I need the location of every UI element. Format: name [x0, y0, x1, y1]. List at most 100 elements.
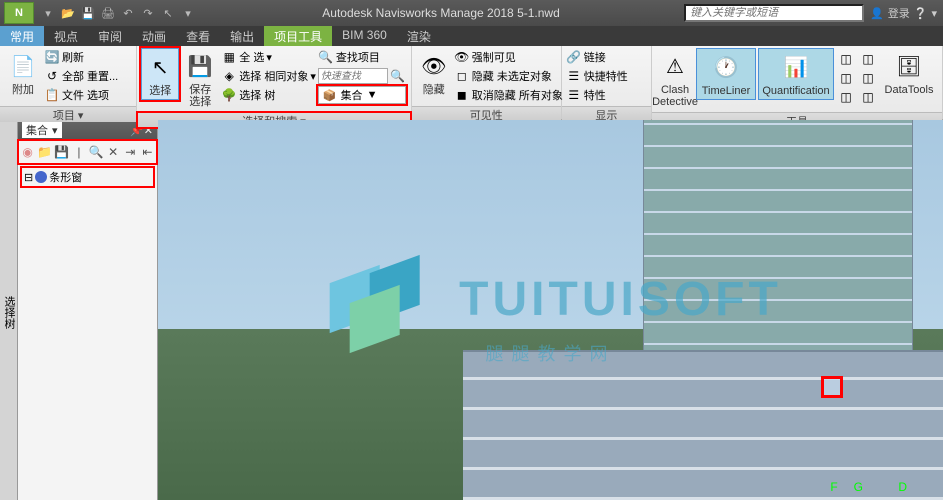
- title-bar: N ▾ 📂 💾 🖨 ↶ ↷ ↖ ▾ Autodesk Navisworks Ma…: [0, 0, 943, 26]
- minimize-icon[interactable]: ▾: [931, 7, 937, 20]
- select-same-icon: ◈: [221, 68, 237, 84]
- quick-props-button[interactable]: ☰快捷特性: [566, 67, 628, 85]
- reset-all-button[interactable]: ↺全部 重置...: [44, 67, 118, 85]
- clash-icon: ⚠: [659, 50, 691, 82]
- redo-icon[interactable]: ↷: [138, 3, 158, 23]
- refresh-button[interactable]: 🔄刷新: [44, 48, 118, 66]
- tab-project-tools[interactable]: 项目工具: [264, 26, 332, 46]
- datatools-icon: 🗄: [893, 50, 925, 82]
- tab-view[interactable]: 查看: [176, 26, 220, 46]
- print-icon[interactable]: 🖨: [98, 3, 118, 23]
- tool-d[interactable]: ◫: [860, 50, 876, 68]
- grid-labels: FG D: [830, 480, 923, 494]
- reset-icon: ↺: [44, 68, 60, 84]
- select-same-button[interactable]: ◈选择 相同对象▾: [221, 67, 316, 85]
- selection-tree-button[interactable]: 🌳选择 树: [221, 86, 316, 104]
- 3d-viewport[interactable]: FG D TUITUISOFT 腿腿教学网: [158, 120, 943, 500]
- select-button[interactable]: ↖ 选择: [141, 48, 179, 100]
- visible-icon: 👁: [454, 49, 470, 65]
- force-visible-button[interactable]: 👁强制可见: [454, 48, 563, 66]
- menubar: 常用 视点 审阅 动画 查看 输出 项目工具 BIM 360 渲染: [0, 26, 943, 46]
- folder-icon[interactable]: 📁: [37, 143, 52, 161]
- select-cursor-icon[interactable]: ↖: [158, 3, 178, 23]
- tree-item-strip-window[interactable]: ⊟ 条形窗: [22, 168, 153, 186]
- save-selection-icon: 💾: [184, 50, 216, 82]
- tab-review[interactable]: 审阅: [88, 26, 132, 46]
- select-all-icon: ▦: [221, 49, 237, 65]
- link-icon: 🔗: [566, 49, 582, 65]
- tab-output[interactable]: 输出: [220, 26, 264, 46]
- app-icon[interactable]: N: [4, 2, 34, 24]
- unhide-all-button[interactable]: ◼取消隐藏 所有对象: [454, 86, 563, 104]
- tool-a-icon: ◫: [838, 51, 854, 67]
- file-options-button[interactable]: 📋文件 选项: [44, 86, 118, 104]
- tab-viewpoint[interactable]: 视点: [44, 26, 88, 46]
- panel-select-search: ↖ 选择 💾 保存 选择 ▦全 选▾ ◈选择 相同对象▾ 🌳选择 树 🔍查找项目…: [137, 46, 412, 119]
- timeliner-button[interactable]: 🕐 TimeLiner: [696, 48, 756, 100]
- expand-icon[interactable]: ⊟: [24, 171, 33, 184]
- quick-props-icon: ☰: [566, 68, 582, 84]
- add-set-icon[interactable]: ◉: [20, 143, 35, 161]
- panel-visibility: 👁 隐藏 👁强制可见 ◻隐藏 未选定对象 ◼取消隐藏 所有对象 可见性: [412, 46, 562, 119]
- tool-d-icon: ◫: [860, 51, 876, 67]
- window-title: Autodesk Navisworks Manage 2018 5-1.nwd: [198, 6, 684, 20]
- import-icon[interactable]: ⇥: [123, 143, 138, 161]
- export-icon[interactable]: ⇤: [140, 143, 155, 161]
- hide-icon: 👁: [418, 50, 450, 82]
- append-button[interactable]: 📄 附加: [4, 48, 42, 98]
- tool-c[interactable]: ◫: [838, 88, 854, 106]
- links-button[interactable]: 🔗链接: [566, 48, 628, 66]
- tool-f[interactable]: ◫: [860, 88, 876, 106]
- hide-button[interactable]: 👁 隐藏: [416, 48, 452, 98]
- search-go-icon[interactable]: 🔍: [390, 68, 406, 84]
- find-items-button[interactable]: 🔍查找项目: [318, 48, 406, 66]
- selection-tree-tab[interactable]: 选择树: [0, 120, 18, 500]
- datatools-button[interactable]: 🗄 DataTools: [880, 48, 938, 98]
- panel-project-label[interactable]: 项目 ▾: [0, 106, 136, 122]
- sets-panel-header[interactable]: 集合▾ 📌 ✕: [18, 120, 157, 140]
- search-icon: 🔍: [318, 49, 334, 65]
- help-icon[interactable]: ❔: [914, 7, 928, 20]
- quick-search-input[interactable]: [318, 68, 388, 84]
- properties-button[interactable]: ☰特性: [566, 86, 628, 104]
- tab-home[interactable]: 常用: [0, 26, 44, 46]
- sets-header-dropdown[interactable]: 集合▾: [22, 122, 62, 138]
- tree-icon: 🌳: [221, 87, 237, 103]
- user-area[interactable]: 👤 登录 ❔ ▾: [864, 5, 943, 21]
- delete-icon[interactable]: ✕: [106, 143, 121, 161]
- quant-icon: 📊: [780, 51, 812, 83]
- tool-c-icon: ◫: [838, 89, 854, 105]
- selection-set-icon: [35, 171, 47, 183]
- panel-project: 📄 附加 🔄刷新 ↺全部 重置... 📋文件 选项 项目 ▾: [0, 46, 137, 119]
- sets-toolbar: ◉ 📁 💾 | 🔍 ✕ ⇥ ⇤: [18, 140, 157, 164]
- save-set-icon[interactable]: 💾: [54, 143, 69, 161]
- open-icon[interactable]: 📂: [58, 3, 78, 23]
- props-icon: ☰: [566, 87, 582, 103]
- qat-dropdown[interactable]: ▾: [38, 3, 58, 23]
- tb-sep: |: [71, 143, 86, 161]
- help-search-input[interactable]: [684, 4, 864, 22]
- hide-unselected-button[interactable]: ◻隐藏 未选定对象: [454, 67, 563, 85]
- tab-animation[interactable]: 动画: [132, 26, 176, 46]
- tab-bim360[interactable]: BIM 360: [332, 26, 397, 46]
- panel-display: 🔗链接 ☰快捷特性 ☰特性 显示: [562, 46, 652, 119]
- undo-icon[interactable]: ↶: [118, 3, 138, 23]
- clash-detective-button[interactable]: ⚠ Clash Detective: [656, 48, 694, 110]
- workspace: 选择树 集合▾ 📌 ✕ ◉ 📁 💾 | 🔍 ✕ ⇥ ⇤ ⊟ 条形窗: [0, 120, 943, 500]
- quantification-button[interactable]: 📊 Quantification: [758, 48, 834, 100]
- save-icon[interactable]: 💾: [78, 3, 98, 23]
- save-selection-button[interactable]: 💾 保存 选择: [181, 48, 219, 110]
- tool-e[interactable]: ◫: [860, 69, 876, 87]
- tool-a[interactable]: ◫: [838, 50, 854, 68]
- sets-dropdown[interactable]: 📦集合▼: [318, 86, 406, 104]
- login-label: 登录: [888, 5, 910, 21]
- qat-more[interactable]: ▾: [178, 3, 198, 23]
- tool-b-icon: ◫: [838, 70, 854, 86]
- select-all-button[interactable]: ▦全 选▾: [221, 48, 316, 66]
- highlighted-element[interactable]: [821, 376, 843, 398]
- append-icon: 📄: [7, 50, 39, 82]
- tb-search-icon[interactable]: 🔍: [89, 143, 104, 161]
- user-icon: 👤: [870, 7, 884, 20]
- tool-b[interactable]: ◫: [838, 69, 854, 87]
- tab-render[interactable]: 渲染: [397, 26, 441, 46]
